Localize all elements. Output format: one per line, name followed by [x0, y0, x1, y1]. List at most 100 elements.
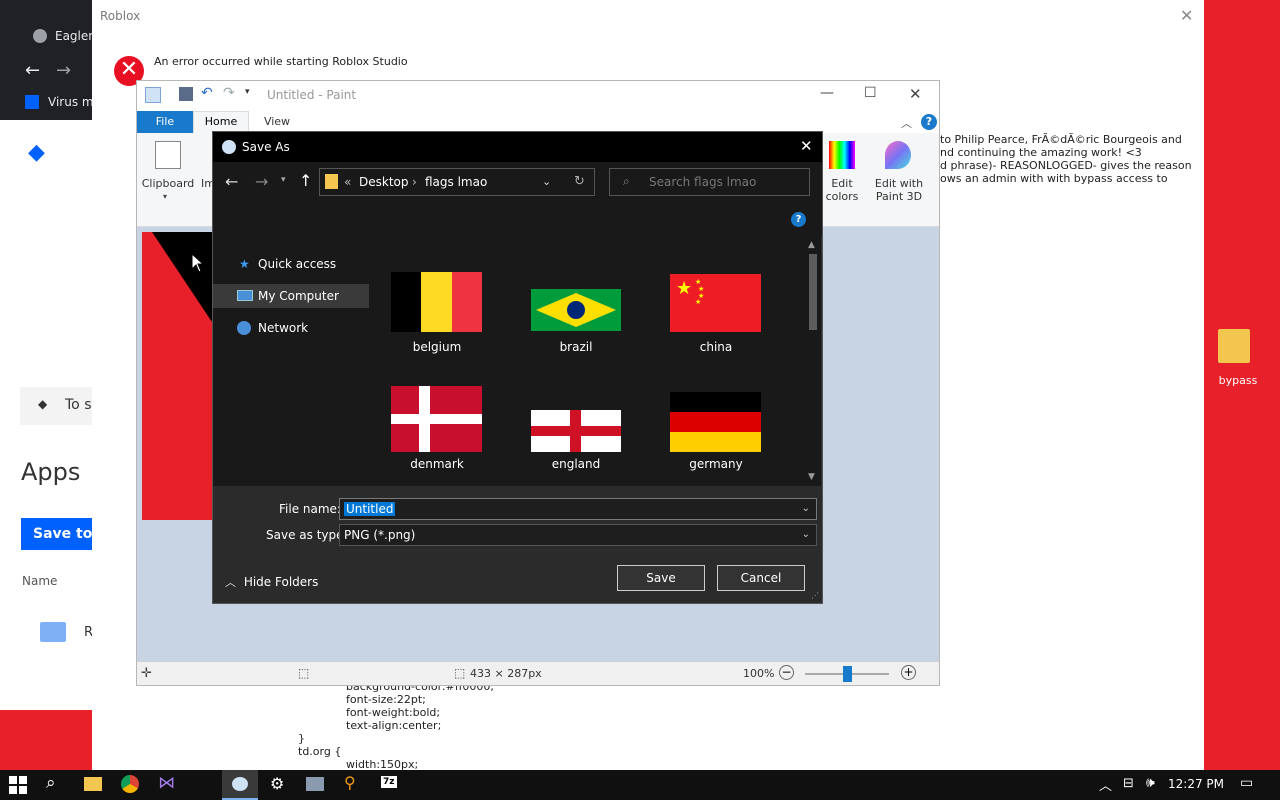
back-arrow-icon[interactable]: ← — [25, 60, 40, 81]
tab-file[interactable]: File — [137, 111, 193, 133]
collapse-ribbon-icon[interactable]: ︿ — [901, 115, 912, 131]
edit-colors-icon[interactable] — [829, 141, 855, 169]
file-label[interactable]: england — [516, 457, 636, 471]
help-icon[interactable]: ? — [791, 212, 806, 227]
volume-icon[interactable]: 🕪 — [1146, 775, 1155, 791]
network-icon[interactable]: ⊟ — [1123, 776, 1134, 791]
nav-item-my-computer[interactable]: My Computer — [213, 284, 369, 308]
up-arrow-icon[interactable]: ↑ — [299, 171, 312, 190]
file-item-germany[interactable] — [670, 392, 761, 452]
scroll-up-icon[interactable]: ▲ — [808, 240, 815, 250]
cancel-button[interactable]: Cancel — [717, 565, 805, 591]
navigation-bar: ← → ▾ ↑ « Desktop › flags lmao ⌄ ↻ ⌕ Sea… — [213, 162, 822, 204]
desktop-icon-label[interactable]: bypass — [1210, 374, 1266, 387]
file-item-england[interactable] — [531, 410, 621, 455]
edit-paint3d-label-2[interactable]: Paint 3D — [871, 190, 927, 203]
close-icon[interactable]: ✕ — [909, 85, 922, 103]
svg-text:★: ★ — [695, 298, 701, 306]
taskbar-clock[interactable]: 12:27 PM — [1168, 777, 1224, 791]
file-label[interactable]: china — [656, 340, 776, 354]
scrollbar[interactable]: ▲ ▼ — [807, 240, 819, 484]
visual-studio-icon[interactable]: ⋈ — [158, 773, 175, 793]
name-column-header[interactable]: Name — [22, 574, 57, 588]
notifications-icon[interactable]: ▭ — [1240, 775, 1253, 791]
scrollbar-thumb[interactable] — [809, 254, 817, 330]
recent-locations-icon[interactable]: ▾ — [281, 175, 286, 185]
save-button[interactable]: Save — [617, 565, 705, 591]
7zip-icon[interactable]: 7z — [381, 776, 397, 788]
search-icon: ⌕ — [623, 174, 630, 188]
file-explorer-icon[interactable] — [84, 777, 102, 791]
breadcrumb-desktop[interactable]: Desktop — [359, 175, 409, 189]
folder-icon[interactable] — [1218, 325, 1252, 365]
paint-3d-icon[interactable] — [885, 141, 911, 169]
navigation-pane: ★ Quick access My Computer Network — [213, 236, 371, 486]
dropbox-logo-icon[interactable]: ◆ — [28, 140, 45, 165]
windows-start-icon[interactable] — [9, 775, 29, 795]
edit-paint3d-label[interactable]: Edit with — [871, 177, 927, 190]
dialog-toolbar: ? — [213, 204, 822, 236]
tab-home[interactable]: Home — [193, 111, 249, 133]
search-icon[interactable]: ⌕ — [46, 773, 56, 793]
file-name-input[interactable]: Untitled ⌄ — [339, 498, 817, 520]
breadcrumb-flags-lmao[interactable]: flags lmao — [425, 175, 487, 189]
edit-colors-label-2[interactable]: colors — [817, 190, 867, 203]
nav-item-network[interactable]: Network — [213, 316, 369, 340]
save-as-type-select[interactable]: PNG (*.png) ⌄ — [339, 524, 817, 546]
save-to-dropbox-button[interactable]: Save to D — [21, 518, 92, 550]
save-icon[interactable] — [179, 87, 193, 101]
edit-colors-label[interactable]: Edit — [817, 177, 867, 190]
chevron-down-icon[interactable]: ⌄ — [542, 175, 551, 188]
clipboard-icon[interactable] — [155, 141, 181, 169]
resize-grip-icon[interactable]: ⋰ — [811, 591, 819, 600]
file-item-brazil[interactable] — [531, 289, 621, 334]
file-item-denmark[interactable] — [391, 386, 482, 455]
undo-icon[interactable]: ↶ — [201, 85, 213, 101]
tab-view[interactable]: View — [257, 111, 297, 133]
globe-icon — [33, 29, 47, 43]
breadcrumb-overflow[interactable]: « — [344, 175, 351, 189]
maximize-icon[interactable]: ☐ — [864, 85, 877, 101]
magnifier-app-icon[interactable]: ⚲ — [344, 773, 356, 792]
paint-taskbar-button[interactable] — [222, 770, 258, 800]
redo-icon[interactable]: ↷ — [223, 85, 235, 101]
chevron-up-icon[interactable]: ︿ — [1099, 775, 1112, 794]
computer-icon — [237, 290, 253, 301]
hide-folders-toggle[interactable]: ︿ Hide Folders — [225, 574, 318, 590]
window-app-icon[interactable] — [306, 777, 324, 791]
chevron-down-icon[interactable]: ⌄ — [802, 525, 810, 545]
chrome-icon[interactable] — [121, 775, 139, 793]
file-label[interactable]: germany — [656, 457, 776, 471]
address-bar[interactable]: « Desktop › flags lmao ⌄ ↻ — [319, 168, 595, 196]
help-icon[interactable]: ? — [921, 114, 937, 130]
file-label[interactable]: belgium — [377, 340, 497, 354]
scroll-down-icon[interactable]: ▼ — [808, 472, 815, 482]
file-label[interactable]: denmark — [377, 457, 497, 471]
close-icon[interactable]: ✕ — [1180, 6, 1193, 25]
zoom-in-button[interactable]: + — [901, 665, 916, 680]
zoom-slider-thumb[interactable] — [843, 666, 852, 682]
refresh-icon[interactable]: ↻ — [574, 174, 585, 189]
file-item-china[interactable]: ★ ★ ★ ★ ★ — [670, 274, 761, 335]
customize-toolbar-icon[interactable]: ▾ — [245, 87, 250, 97]
zoom-out-button[interactable]: − — [779, 665, 794, 680]
forward-arrow-icon[interactable]: → — [255, 172, 268, 191]
settings-gear-icon[interactable]: ⚙ — [270, 774, 284, 793]
minimize-icon[interactable]: — — [820, 85, 834, 101]
folder-icon — [325, 174, 338, 189]
back-arrow-icon[interactable]: ← — [225, 172, 238, 191]
chevron-down-icon[interactable]: ⌄ — [802, 499, 810, 519]
file-label[interactable]: brazil — [516, 340, 636, 354]
flag-belgium — [391, 272, 482, 332]
nav-item-quick-access[interactable]: ★ Quick access — [213, 252, 369, 276]
search-box[interactable]: ⌕ Search flags lmao — [609, 168, 810, 196]
chevron-down-icon[interactable]: ▾ — [163, 192, 167, 201]
search-input[interactable]: Search flags lmao — [649, 175, 756, 189]
paint-titlebar: ↶ ↷ ▾ Untitled - Paint — ☐ ✕ — [137, 81, 939, 109]
close-icon[interactable]: ✕ — [800, 137, 813, 155]
flag-denmark — [391, 386, 482, 452]
forward-arrow-icon[interactable]: → — [56, 60, 71, 81]
file-item-belgium[interactable] — [391, 272, 482, 332]
clipboard-label[interactable]: Clipboard — [139, 177, 197, 190]
flag-germany — [670, 392, 761, 452]
